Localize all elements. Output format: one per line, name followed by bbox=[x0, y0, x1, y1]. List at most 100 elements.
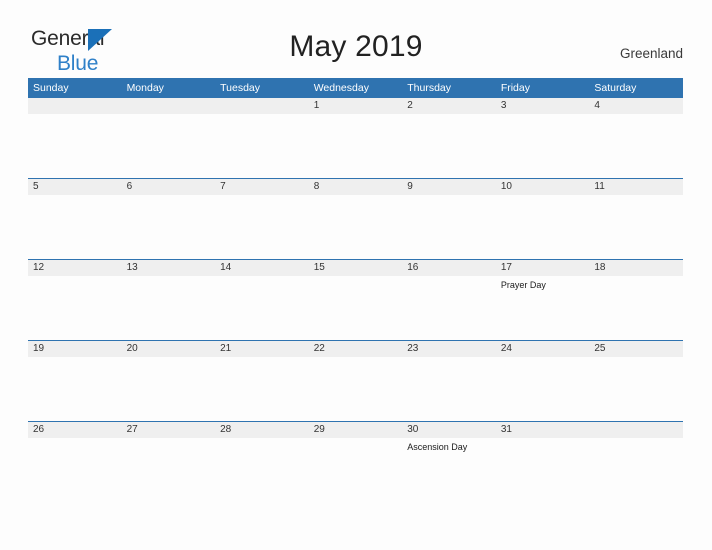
calendar-day-cell[interactable]: 4 bbox=[589, 98, 683, 179]
calendar-week-row: 1 2 3 4 bbox=[28, 98, 683, 179]
day-number: 28 bbox=[215, 422, 309, 438]
calendar-day-cell[interactable]: 5 bbox=[28, 178, 122, 260]
calendar-day-cell[interactable] bbox=[215, 98, 309, 179]
day-event bbox=[28, 195, 122, 199]
calendar-day-cell[interactable] bbox=[589, 421, 683, 502]
calendar-day-cell[interactable]: 20 bbox=[121, 340, 216, 422]
day-event bbox=[309, 357, 403, 361]
page-title: May 2019 bbox=[289, 30, 423, 63]
calendar-day-cell[interactable]: 13 bbox=[121, 259, 216, 341]
calendar-day-cell[interactable]: 27 bbox=[121, 421, 216, 502]
calendar-day-cell[interactable] bbox=[121, 98, 216, 179]
day-event bbox=[28, 276, 122, 280]
day-number: 16 bbox=[402, 260, 496, 276]
day-event bbox=[496, 114, 590, 118]
region-label: Greenland bbox=[619, 46, 683, 61]
day-event bbox=[215, 276, 309, 280]
day-number: 9 bbox=[402, 179, 496, 195]
day-event bbox=[309, 114, 403, 118]
day-event bbox=[589, 114, 683, 118]
calendar-day-cell[interactable]: 14 bbox=[215, 259, 309, 341]
calendar-day-cell[interactable]: 22 bbox=[308, 340, 403, 422]
day-event bbox=[589, 438, 683, 442]
calendar-week-row: 12 13 14 15 16 17 Prayer Day 18 bbox=[28, 259, 683, 341]
day-event bbox=[309, 438, 403, 442]
calendar-week-row: 26 27 28 29 30 Ascension Day 31 bbox=[28, 421, 683, 502]
day-event: Prayer Day bbox=[500, 280, 546, 290]
day-number: 5 bbox=[28, 179, 122, 195]
day-number: 1 bbox=[308, 98, 403, 114]
day-number: 11 bbox=[589, 179, 683, 195]
weekday-header-thursday: Thursday bbox=[402, 78, 496, 98]
calendar-day-cell[interactable]: 25 bbox=[589, 340, 683, 422]
calendar-day-cell[interactable]: 11 bbox=[589, 178, 683, 260]
calendar-day-cell[interactable]: 6 bbox=[121, 178, 216, 260]
calendar-day-cell[interactable]: 16 bbox=[402, 259, 496, 341]
calendar-day-cell[interactable]: 3 bbox=[495, 98, 590, 179]
day-number: 10 bbox=[495, 179, 590, 195]
calendar-day-cell[interactable]: 30 Ascension Day bbox=[402, 421, 496, 502]
calendar-week-row: 19 20 21 22 23 24 25 bbox=[28, 340, 683, 422]
calendar-day-cell[interactable]: 19 bbox=[28, 340, 122, 422]
day-event bbox=[215, 195, 309, 199]
day-number bbox=[589, 422, 683, 438]
day-event bbox=[215, 114, 309, 118]
day-event bbox=[122, 114, 216, 118]
calendar-day-cell[interactable]: 18 bbox=[589, 259, 683, 341]
day-event bbox=[402, 114, 496, 118]
calendar-day-cell[interactable]: 2 bbox=[402, 98, 496, 179]
calendar-day-cell[interactable]: 12 bbox=[28, 259, 122, 341]
day-event bbox=[28, 438, 122, 442]
day-event bbox=[122, 438, 216, 442]
calendar-day-cell[interactable]: 21 bbox=[215, 340, 309, 422]
day-number: 7 bbox=[215, 179, 309, 195]
day-event bbox=[589, 195, 683, 199]
day-number: 30 bbox=[402, 422, 496, 438]
day-number: 3 bbox=[495, 98, 590, 114]
day-number: 8 bbox=[308, 179, 403, 195]
day-event bbox=[28, 357, 122, 361]
calendar-day-cell[interactable]: 23 bbox=[402, 340, 496, 422]
day-event: Ascension Day bbox=[407, 442, 468, 452]
day-event bbox=[402, 357, 496, 361]
calendar-day-cell[interactable]: 8 bbox=[308, 178, 403, 260]
day-number: 26 bbox=[28, 422, 122, 438]
day-number: 12 bbox=[28, 260, 122, 276]
calendar-body: 1 2 3 4 5 6 7 8 9 10 11 12 13 14 15 16 1… bbox=[28, 98, 683, 502]
day-number bbox=[28, 98, 122, 114]
calendar-day-cell[interactable]: 15 bbox=[308, 259, 403, 341]
calendar-day-cell[interactable]: 17 Prayer Day bbox=[495, 259, 590, 341]
day-event bbox=[496, 357, 590, 361]
calendar-day-cell[interactable]: 7 bbox=[215, 178, 309, 260]
day-number: 23 bbox=[402, 341, 496, 357]
day-event bbox=[496, 195, 590, 199]
weekday-header-monday: Monday bbox=[121, 78, 216, 98]
weekday-header-friday: Friday bbox=[495, 78, 590, 98]
day-number: 14 bbox=[215, 260, 309, 276]
calendar-day-cell[interactable]: 31 bbox=[495, 421, 590, 502]
day-number: 31 bbox=[495, 422, 590, 438]
day-event bbox=[496, 438, 590, 442]
day-number bbox=[121, 98, 216, 114]
calendar-day-cell[interactable]: 28 bbox=[215, 421, 309, 502]
day-number: 15 bbox=[308, 260, 403, 276]
calendar-day-cell[interactable]: 10 bbox=[495, 178, 590, 260]
day-number: 13 bbox=[121, 260, 216, 276]
weekday-header-tuesday: Tuesday bbox=[215, 78, 309, 98]
calendar-day-cell[interactable]: 1 bbox=[308, 98, 403, 179]
day-number: 22 bbox=[308, 341, 403, 357]
day-number: 27 bbox=[121, 422, 216, 438]
calendar-day-cell[interactable]: 29 bbox=[308, 421, 403, 502]
calendar-day-cell[interactable]: 9 bbox=[402, 178, 496, 260]
day-number: 6 bbox=[121, 179, 216, 195]
calendar-day-cell[interactable] bbox=[28, 98, 122, 179]
calendar-day-cell[interactable]: 24 bbox=[495, 340, 590, 422]
day-event bbox=[122, 357, 216, 361]
day-event bbox=[402, 195, 496, 199]
day-number: 4 bbox=[589, 98, 683, 114]
day-number: 21 bbox=[215, 341, 309, 357]
calendar-day-cell[interactable]: 26 bbox=[28, 421, 122, 502]
day-event bbox=[309, 195, 403, 199]
day-number: 2 bbox=[402, 98, 496, 114]
day-number: 17 bbox=[495, 260, 590, 276]
